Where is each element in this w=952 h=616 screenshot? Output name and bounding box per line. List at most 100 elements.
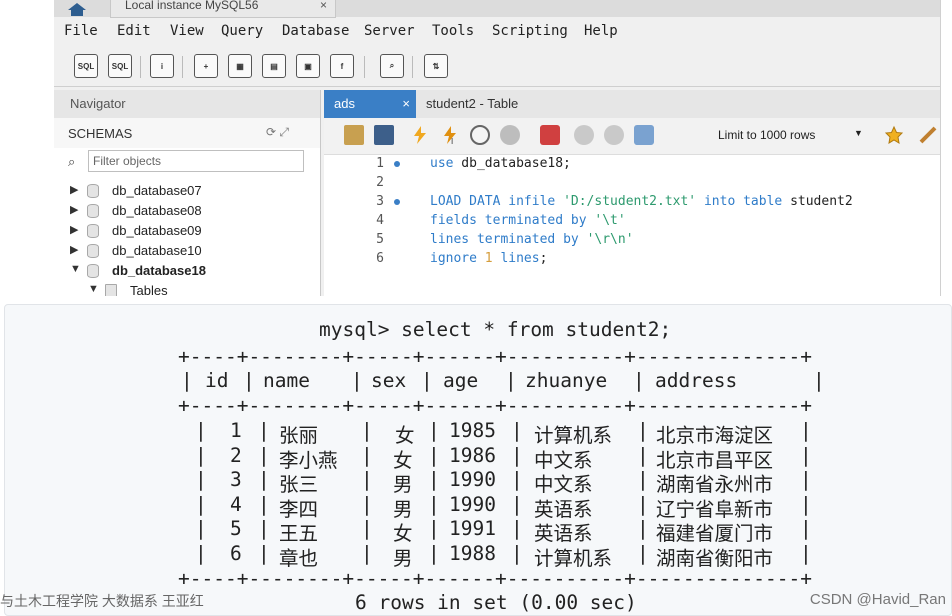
column-header-address: address (655, 369, 738, 392)
limit-rows-select[interactable]: Limit to 1000 rows ▼ (714, 124, 872, 146)
column-divider: | (800, 419, 812, 442)
database-icon (87, 264, 99, 278)
tables-node[interactable]: ▼ Tables (72, 282, 338, 296)
code-text: LOAD DATA infile 'D:/student2.txt' into … (430, 194, 853, 209)
autocommit-icon[interactable] (634, 125, 654, 145)
reconnect-icon[interactable]: ⇅ (424, 54, 448, 78)
column-divider: | (361, 542, 373, 565)
main-toolbar: SQL SQL i + ▦ ▤ ▣ f ⌕ ⇅ (54, 48, 940, 87)
collapse-arrow-icon[interactable]: ▼ (70, 263, 81, 275)
watermark-right: CSDN @Havid_Ran (809, 591, 946, 608)
beautify-icon[interactable] (884, 125, 904, 145)
tab-ads-label: ads (334, 96, 355, 111)
execute-current-icon[interactable]: I (440, 125, 460, 146)
rollback-icon[interactable] (604, 125, 624, 145)
expand-arrow-icon[interactable]: ▶ (70, 243, 78, 256)
column-divider: | (813, 369, 825, 392)
line-number: 5 (376, 232, 384, 247)
inspector-icon[interactable]: i (150, 54, 174, 78)
expand-arrow-icon[interactable]: ▶ (70, 183, 78, 196)
column-divider: | (195, 419, 207, 442)
column-divider: | (511, 492, 523, 516)
schemas-header: SCHEMAS ⟳ ⤢ (54, 118, 320, 148)
line-number: 2 (376, 175, 384, 190)
create-procedure-icon[interactable]: ▣ (296, 54, 320, 78)
connection-tab[interactable]: Local instance MySQL56 × (110, 0, 336, 18)
database-icon (87, 204, 99, 218)
toggle-error-icon[interactable] (540, 125, 560, 145)
home-tab[interactable] (54, 0, 100, 17)
find-icon[interactable] (918, 125, 938, 145)
sql-editor-area: ads × student2 - Table I Limit to 1000 r… (324, 90, 940, 296)
toolbar-separator (140, 56, 141, 78)
column-header-id: id (205, 369, 229, 392)
toolbar-separator (364, 56, 365, 78)
open-sql-script-icon[interactable]: SQL (108, 54, 132, 78)
column-divider: | (505, 369, 517, 392)
schema-name: db_database09 (112, 223, 202, 238)
filter-objects-input[interactable] (88, 150, 304, 172)
save-icon[interactable] (374, 125, 394, 145)
menu-server[interactable]: Server (364, 23, 415, 39)
menu-file[interactable]: File (64, 23, 98, 39)
column-divider: | (511, 443, 523, 467)
editor-toolbar: I Limit to 1000 rows ▼ (324, 118, 940, 155)
schema-item-active[interactable]: ▼ db_database18 (54, 262, 320, 282)
expand-arrow-icon[interactable]: ▶ (70, 223, 78, 236)
close-icon[interactable]: × (402, 96, 410, 111)
column-header-sex: sex (371, 369, 407, 392)
column-divider: | (195, 492, 207, 516)
schema-item[interactable]: ▶ db_database07 (54, 182, 320, 202)
table-cell-age: 1985 (449, 419, 496, 442)
navigator-title: Navigator (70, 96, 126, 111)
close-icon[interactable]: × (320, 0, 327, 11)
table-border-mid: +----+--------+-----+------+----------+-… (178, 394, 812, 417)
tab-ads[interactable]: ads × (324, 90, 416, 118)
tab-student2-label: student2 - Table (426, 96, 519, 111)
schema-item[interactable]: ▶ db_database10 (54, 242, 320, 262)
schema-name: db_database08 (112, 203, 202, 218)
create-schema-icon[interactable]: + (194, 54, 218, 78)
menu-query[interactable]: Query (221, 23, 263, 39)
open-folder-icon[interactable] (344, 125, 364, 145)
expand-arrow-icon[interactable]: ▶ (70, 203, 78, 216)
column-divider: | (195, 517, 207, 541)
create-table-icon[interactable]: ▦ (228, 54, 252, 78)
code-editor[interactable]: 1 use db_database18; 2 3 LOAD DATA infil… (324, 154, 940, 296)
code-line: 6 ignore 1 lines; (324, 249, 940, 268)
watermark-left: 与土木工程学院 大数据系 王亚红 (0, 593, 204, 609)
column-divider: | (800, 468, 812, 492)
search-table-data-icon[interactable]: ⌕ (380, 54, 404, 78)
menu-edit[interactable]: Edit (117, 23, 151, 39)
schemas-label: SCHEMAS (68, 126, 133, 141)
column-divider: | (633, 369, 645, 392)
line-number: 3 (376, 194, 384, 209)
column-divider: | (428, 492, 440, 516)
execute-icon[interactable] (410, 125, 430, 145)
table-border-top: +----+--------+-----+------+----------+-… (178, 345, 812, 368)
create-view-icon[interactable]: ▤ (262, 54, 286, 78)
filter-row: ⌕ (54, 148, 320, 180)
menu-tools[interactable]: Tools (432, 23, 474, 39)
menu-scripting[interactable]: Scripting (492, 23, 568, 39)
explain-icon[interactable] (470, 125, 490, 145)
schema-name: db_database07 (112, 183, 202, 198)
column-divider: | (511, 542, 523, 565)
menu-database[interactable]: Database (282, 23, 349, 39)
commit-icon[interactable] (574, 125, 594, 145)
tab-student2-table[interactable]: student2 - Table (418, 90, 558, 118)
new-sql-tab-icon[interactable]: SQL (74, 54, 98, 78)
schema-item[interactable]: ▶ db_database08 (54, 202, 320, 222)
menu-view[interactable]: View (170, 23, 204, 39)
column-divider: | (511, 468, 523, 492)
schema-item[interactable]: ▶ db_database09 (54, 222, 320, 242)
code-text: use db_database18; (430, 156, 571, 171)
refresh-icon[interactable]: ⟳ ⤢ (266, 125, 289, 140)
column-divider: | (361, 443, 373, 467)
table-row: | | | | | | | 3 张三男 1990 中文系 湖南省永州市 (5, 468, 945, 496)
menu-help[interactable]: Help (584, 23, 618, 39)
collapse-arrow-icon[interactable]: ▼ (88, 283, 99, 295)
create-function-icon[interactable]: f (330, 54, 354, 78)
table-cell-age: 1988 (449, 542, 496, 565)
stop-icon[interactable] (500, 125, 520, 145)
